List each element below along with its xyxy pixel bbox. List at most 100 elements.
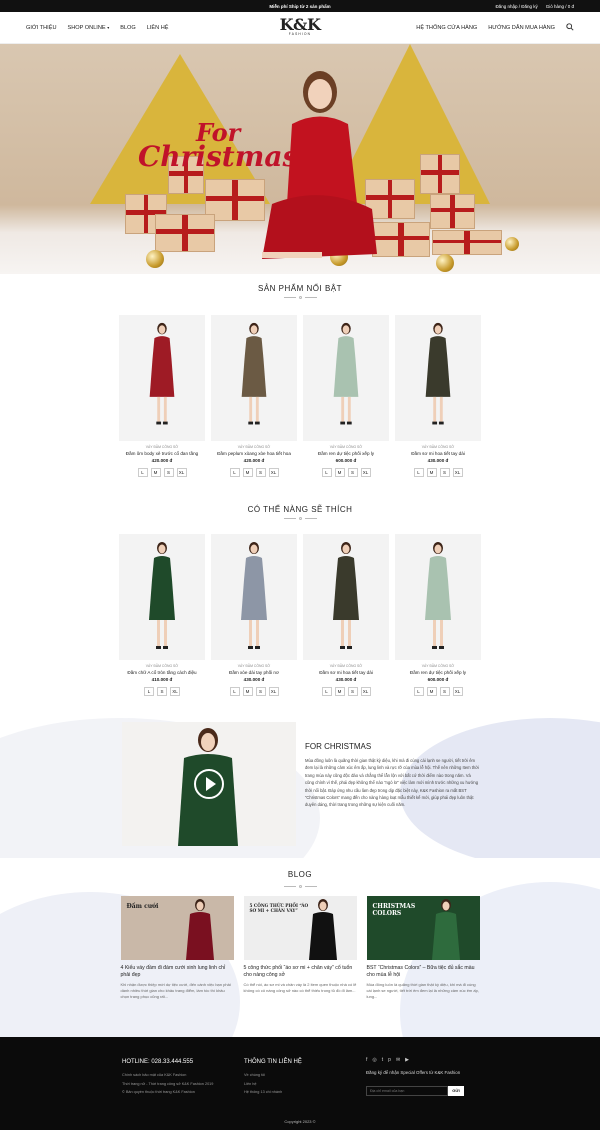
site-logo[interactable]: K&K FASHION xyxy=(280,15,321,36)
blog-post-excerpt: Mùa đông luôn là quãng thời gian thật kỳ… xyxy=(366,982,479,999)
footer-line[interactable]: Chính sách bảo mật của K&K Fashion xyxy=(122,1071,213,1080)
hero-banner[interactable]: For Christmas xyxy=(0,44,600,274)
size-option[interactable]: XL xyxy=(360,687,371,696)
blog-row: Đầm cưới 4 Kiểu váy đầm đi đám cưới xinh … xyxy=(0,896,600,1000)
product-image[interactable] xyxy=(211,534,297,660)
search-icon[interactable] xyxy=(566,22,574,33)
blog-thumbnail[interactable]: 5 CÔNG THỨC PHỐI “ÁO SƠ MI + CHÂN VÁY” xyxy=(243,896,357,960)
product-image[interactable] xyxy=(303,534,389,660)
size-option[interactable]: M xyxy=(150,468,161,477)
product-card[interactable]: VÁY ĐẦM CÔNG SỞ Đầm ôm body xẻ trước cổ đ… xyxy=(119,315,205,477)
footer-link-stores[interactable]: Hệ thống 13 chi nhánh xyxy=(244,1088,302,1097)
product-image[interactable] xyxy=(395,534,481,660)
cart-link[interactable]: Giỏ hàng / 0 đ xyxy=(546,4,574,9)
size-option[interactable]: XL xyxy=(176,468,187,477)
size-option[interactable]: XL xyxy=(268,468,279,477)
main-nav: GIỚI THIỆU SHOP ONLINE ▾ BLOG LIÊN HỆ K&… xyxy=(0,12,600,44)
twitter-icon[interactable]: t xyxy=(382,1057,383,1063)
youtube-icon[interactable]: ▶ xyxy=(405,1057,409,1063)
pinterest-icon[interactable]: p xyxy=(388,1057,391,1063)
size-option[interactable]: L xyxy=(229,468,240,477)
subscribe-button[interactable]: GỬI xyxy=(448,1085,464,1096)
product-card[interactable]: VÁY ĐẦM CÔNG SỞ Đầm ren dự tiệc phối xếp … xyxy=(395,534,481,696)
video-thumbnail[interactable] xyxy=(122,722,296,846)
size-option[interactable]: L xyxy=(413,468,424,477)
play-icon[interactable] xyxy=(194,769,224,799)
nav-item-stores[interactable]: HỆ THỐNG CỬA HÀNG xyxy=(416,25,477,31)
nav-item-shop[interactable]: SHOP ONLINE ▾ xyxy=(68,25,110,31)
size-option[interactable]: L xyxy=(144,687,154,696)
size-option[interactable]: XL xyxy=(360,468,371,477)
size-option[interactable]: L xyxy=(229,687,240,696)
blog-post[interactable]: Đầm cưới 4 Kiểu váy đầm đi đám cưới xinh … xyxy=(120,896,234,1000)
email-icon[interactable]: ✉ xyxy=(396,1057,400,1063)
size-option[interactable]: S xyxy=(157,687,167,696)
size-option[interactable]: M xyxy=(242,687,253,696)
product-name[interactable]: Đầm sơ mi hoa tiết tay dài xyxy=(303,670,389,675)
product-card[interactable]: VÁY ĐẦM CÔNG SỞ Đầm sơ mi hoa tiết tay dà… xyxy=(395,315,481,477)
footer-col-subscribe: f ◎ t p ✉ ▶ Đăng ký để nhận Special Offe… xyxy=(366,1057,464,1096)
nav-item-blog[interactable]: BLOG xyxy=(120,25,136,31)
size-option[interactable]: L xyxy=(137,468,148,477)
size-option[interactable]: M xyxy=(334,468,345,477)
suggest-title: CÓ THỂ NÀNG SẼ THÍCH xyxy=(247,505,353,514)
size-option[interactable]: L xyxy=(321,468,332,477)
size-option[interactable]: L xyxy=(321,687,332,696)
size-option[interactable]: M xyxy=(242,468,253,477)
size-option[interactable]: S xyxy=(439,687,450,696)
size-option[interactable]: XL xyxy=(170,687,180,696)
blog-post-title[interactable]: BST “Christmas Colors” – Bữa tiệc đủ sắc… xyxy=(367,965,480,979)
blog-thumbnail[interactable]: CHRISTMAS COLORS xyxy=(366,896,480,960)
size-option[interactable]: XL xyxy=(268,687,279,696)
nav-item-guide[interactable]: HƯỚNG DẪN MUA HÀNG xyxy=(488,25,555,31)
blog-post[interactable]: 5 CÔNG THỨC PHỐI “ÁO SƠ MI + CHÂN VÁY” 5 … xyxy=(243,896,357,1000)
size-option[interactable]: XL xyxy=(452,468,463,477)
footer-link-about[interactable]: Về chúng tôi xyxy=(244,1071,302,1080)
size-option[interactable]: M xyxy=(334,687,345,696)
featured-grid: VÁY ĐẦM CÔNG SỞ Đầm ôm body xẻ trước cổ đ… xyxy=(0,315,600,477)
product-category: VÁY ĐẦM CÔNG SỞ xyxy=(237,445,271,449)
size-option[interactable]: S xyxy=(163,468,174,477)
account-link[interactable]: Đăng nhập / Đăng ký xyxy=(495,4,537,9)
hotline[interactable]: HOTLINE: 028.33.444.555 xyxy=(122,1059,213,1065)
size-option[interactable]: L xyxy=(413,687,424,696)
product-image[interactable] xyxy=(119,315,205,441)
facebook-icon[interactable]: f xyxy=(366,1057,367,1063)
product-name[interactable]: Đầm sơ mi hoa tiết tay dài xyxy=(395,451,481,456)
blog-thumbnail[interactable]: Đầm cưới xyxy=(120,896,234,960)
product-name[interactable]: Đầm ren dự tiệc phối xếp ly xyxy=(395,670,481,675)
footer-link-contact[interactable]: Liên hệ xyxy=(244,1080,302,1089)
blog-post[interactable]: CHRISTMAS COLORS BST “Christmas Colors” –… xyxy=(366,896,480,1000)
size-option[interactable]: S xyxy=(347,468,358,477)
nav-item-about[interactable]: GIỚI THIỆU xyxy=(26,25,57,31)
product-card[interactable]: VÁY ĐẦM CÔNG SỞ Đầm xòe dài tay phối nơ 43… xyxy=(211,534,297,696)
blog-title: BLOG xyxy=(287,870,313,879)
size-option[interactable]: S xyxy=(255,468,266,477)
blog-post-title[interactable]: 5 công thức phối “áo sơ mi + chân váy” c… xyxy=(244,965,357,979)
size-option[interactable]: M xyxy=(426,468,437,477)
product-card[interactable]: VÁY ĐẦM CÔNG SỞ Đầm peplum xòang xòe hoa … xyxy=(211,315,297,477)
subscribe-form: Địa chỉ email của bạn GỬI xyxy=(366,1085,464,1096)
size-option[interactable]: S xyxy=(439,468,450,477)
footer-line: © Bản quyền thuộc thời trang K&K Fashion xyxy=(122,1090,195,1094)
product-image[interactable] xyxy=(303,315,389,441)
product-name[interactable]: Đầm ren dự tiệc phối xếp ly xyxy=(303,451,389,456)
product-image[interactable] xyxy=(211,315,297,441)
product-image[interactable] xyxy=(395,315,481,441)
product-image[interactable] xyxy=(119,534,205,660)
product-card[interactable]: VÁY ĐẦM CÔNG SỞ Đầm chữ A cổ tròn tầng cá… xyxy=(119,534,205,696)
subscribe-email-input[interactable]: Địa chỉ email của bạn xyxy=(366,1085,448,1096)
blog-post-title[interactable]: 4 Kiểu váy đầm đi đám cưới xinh lung lin… xyxy=(121,965,234,979)
instagram-icon[interactable]: ◎ xyxy=(372,1057,376,1063)
product-name[interactable]: Đầm xòe dài tay phối nơ xyxy=(211,670,297,675)
product-card[interactable]: VÁY ĐẦM CÔNG SỞ Đầm sơ mi hoa tiết tay dà… xyxy=(303,534,389,696)
product-name[interactable]: Đầm peplum xòang xòe hoa tiết hoa xyxy=(211,451,297,456)
size-option[interactable]: M xyxy=(426,687,437,696)
nav-item-contact[interactable]: LIÊN HỆ xyxy=(147,25,169,31)
size-option[interactable]: S xyxy=(347,687,358,696)
product-name[interactable]: Đầm chữ A cổ tròn tầng cách điệu xyxy=(119,670,205,675)
product-card[interactable]: VÁY ĐẦM CÔNG SỞ Đầm ren dự tiệc phối xếp … xyxy=(303,315,389,477)
size-option[interactable]: S xyxy=(255,687,266,696)
size-option[interactable]: XL xyxy=(452,687,463,696)
product-name[interactable]: Đầm ôm body xẻ trước cổ đan tầng xyxy=(119,451,205,456)
